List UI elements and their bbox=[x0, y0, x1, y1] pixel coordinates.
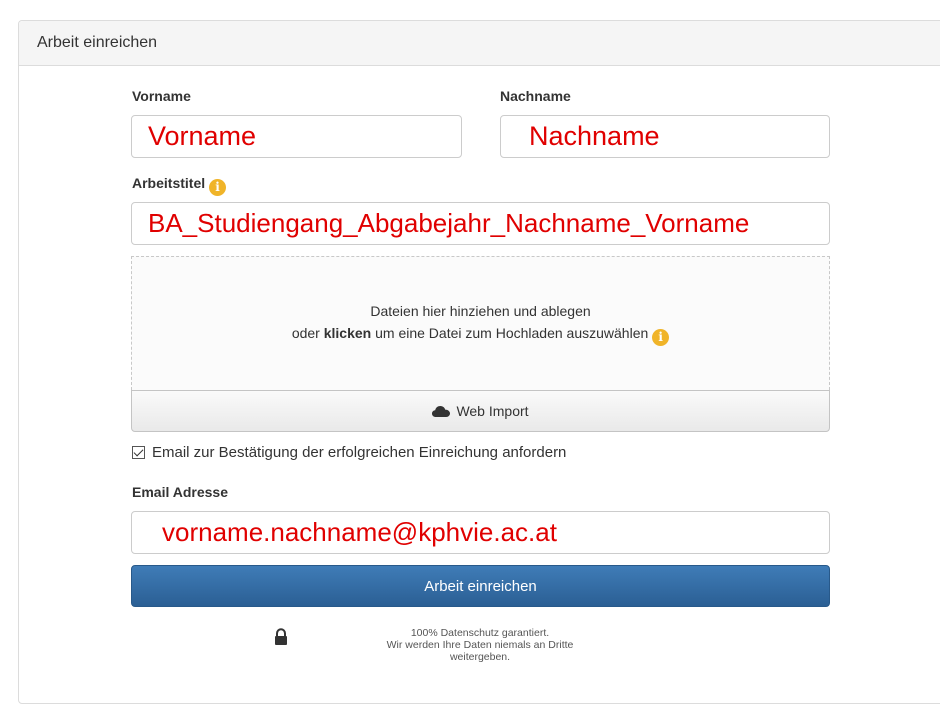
first-name-value: Vorname bbox=[148, 121, 257, 151]
privacy-line-3: weitergeben. bbox=[449, 651, 511, 663]
top-strip bbox=[0, 0, 940, 6]
title-label: Arbeitstitel bbox=[132, 175, 206, 191]
submit-label: Arbeit einreichen bbox=[424, 577, 537, 595]
first-name-field[interactable]: Vorname bbox=[131, 115, 462, 158]
first-name-label: Vorname bbox=[132, 88, 191, 104]
dropzone-instruction: Dateien hier hinziehen und ablegen bbox=[370, 303, 591, 319]
dropzone-prefix: oder bbox=[291, 325, 320, 341]
privacy-notice: 100% Datenschutz garantiert. Wir werden … bbox=[330, 627, 630, 663]
lock-icon bbox=[275, 628, 287, 645]
last-name-value: Nachname bbox=[529, 121, 660, 151]
info-icon[interactable]: i bbox=[652, 329, 670, 346]
dropzone-click-word: klicken bbox=[323, 325, 372, 341]
email-value: vorname.nachname@kphvie.ac.at bbox=[162, 517, 557, 547]
last-name-field[interactable]: Nachname bbox=[500, 115, 830, 158]
privacy-line-1: 100% Datenschutz garantiert. bbox=[410, 627, 550, 639]
info-icon[interactable]: i bbox=[209, 179, 227, 196]
confirm-email-checkbox[interactable] bbox=[132, 446, 145, 459]
title-label-row: Arbeitstitel i bbox=[132, 175, 227, 196]
panel-title: Arbeit einreichen bbox=[19, 21, 940, 66]
title-field[interactable]: BA_Studiengang_Abgabejahr_Nachname_Vorna… bbox=[131, 202, 830, 245]
title-value: BA_Studiengang_Abgabejahr_Nachname_Vorna… bbox=[148, 208, 750, 238]
file-dropzone[interactable]: Dateien hier hinziehen und ablegen oder … bbox=[131, 256, 830, 390]
web-import-label: Web Import bbox=[456, 403, 529, 419]
web-import-button[interactable]: Web Import bbox=[131, 390, 830, 432]
email-field[interactable]: vorname.nachname@kphvie.ac.at bbox=[131, 511, 830, 554]
email-label: Email Adresse bbox=[132, 484, 228, 500]
confirm-email-label: Email zur Bestätigung der erfolgreichen … bbox=[152, 444, 567, 461]
privacy-line-2: Wir werden Ihre Daten niemals an Dritte bbox=[386, 639, 574, 651]
submit-button[interactable]: Arbeit einreichen bbox=[131, 565, 830, 607]
dropzone-click-instruction: oder klicken um eine Datei zum Hochladen… bbox=[132, 325, 829, 346]
last-name-label: Nachname bbox=[500, 88, 571, 104]
cloud-icon bbox=[432, 406, 451, 417]
dropzone-suffix: um eine Datei zum Hochladen auszuwählen bbox=[375, 325, 649, 341]
confirm-email-row: Email zur Bestätigung der erfolgreichen … bbox=[132, 444, 566, 461]
